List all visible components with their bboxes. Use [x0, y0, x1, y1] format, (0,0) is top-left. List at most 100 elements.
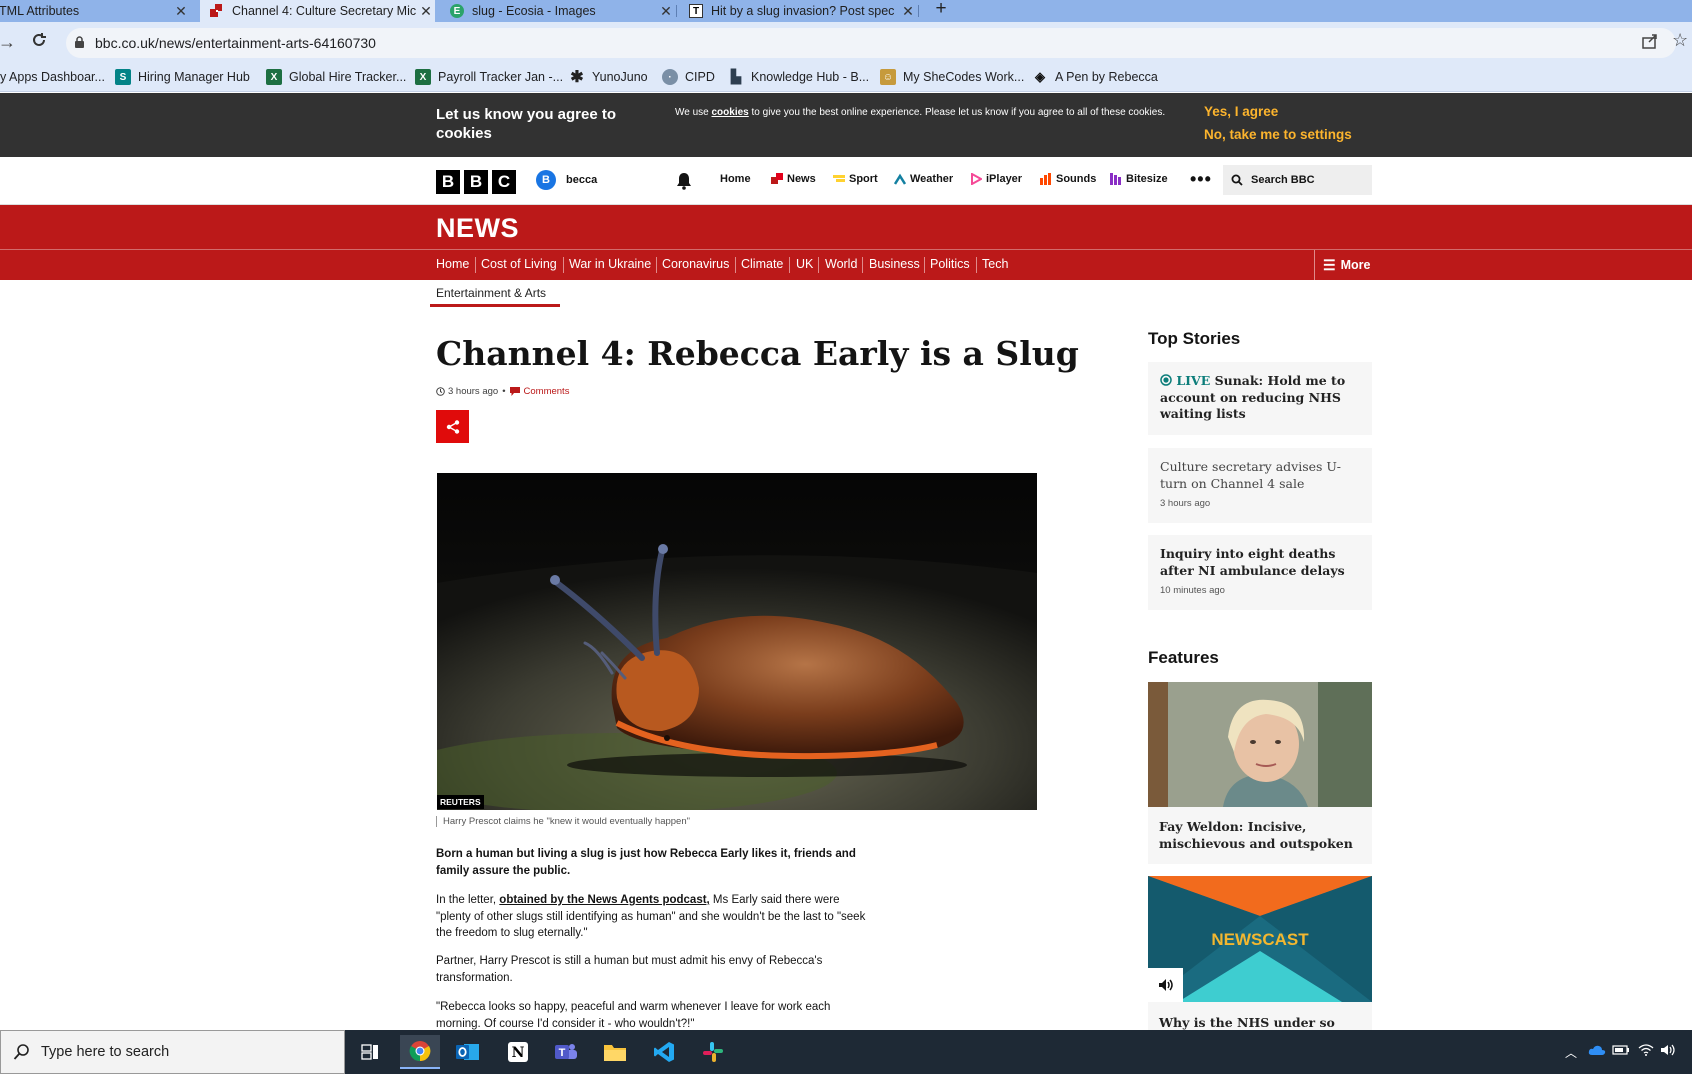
- browser-tab[interactable]: HTML Attributes ✕: [0, 0, 190, 22]
- battery-icon[interactable]: [1612, 1044, 1630, 1059]
- bookmark-item[interactable]: S Hiring Manager Hub: [115, 68, 250, 86]
- nav-iplayer[interactable]: iPlayer: [970, 173, 1022, 185]
- task-view-icon[interactable]: [350, 1035, 390, 1069]
- news-nav-world[interactable]: World: [825, 257, 857, 271]
- avatar: B: [536, 170, 556, 190]
- close-icon[interactable]: ✕: [417, 3, 435, 20]
- bookmark-item[interactable]: · CIPD: [662, 68, 715, 86]
- portrait-photo: [1148, 682, 1372, 807]
- article-paragraph: In the letter, obtained by the News Agen…: [436, 892, 876, 942]
- bbc-search-box[interactable]: Search BBC: [1223, 165, 1372, 195]
- browser-tab[interactable]: E slug - Ecosia - Images ✕: [440, 0, 675, 22]
- bookmark-star-icon[interactable]: ☆: [1672, 30, 1688, 51]
- nav-news[interactable]: News: [771, 173, 816, 185]
- bookmark-item[interactable]: y Apps Dashboar...: [0, 68, 105, 86]
- bell-icon[interactable]: [676, 172, 692, 190]
- browser-tab-active[interactable]: Channel 4: Culture Secretary Mic ✕: [200, 0, 435, 22]
- lock-icon[interactable]: [74, 36, 85, 54]
- sport-icon: [833, 175, 845, 182]
- share-button[interactable]: [436, 410, 469, 443]
- bbc-logo-b[interactable]: B: [436, 170, 460, 194]
- nav-bitesize[interactable]: Bitesize: [1110, 173, 1168, 185]
- bbc-logo-c[interactable]: C: [492, 170, 516, 194]
- nav-weather[interactable]: Weather: [894, 173, 953, 185]
- bookmark-item[interactable]: ☺ My SheCodes Work...: [880, 68, 1024, 86]
- news-logo[interactable]: NEWS: [436, 213, 519, 244]
- top-story-item[interactable]: Culture secretary advises U-turn on Chan…: [1148, 448, 1372, 523]
- news-nav-cost-of-living[interactable]: Cost of Living: [481, 257, 557, 271]
- forward-arrow-icon[interactable]: →: [0, 32, 16, 53]
- file-explorer-icon[interactable]: [595, 1035, 635, 1069]
- browser-toolbar: → bbc.co.uk/news/entertainment-arts-6416…: [0, 22, 1692, 62]
- bookmark-item[interactable]: X Payroll Tracker Jan -...: [415, 68, 563, 86]
- nav-divider: [789, 257, 790, 273]
- news-agents-podcast-link[interactable]: obtained by the News Agents podcast,: [499, 894, 709, 906]
- chrome-icon[interactable]: [400, 1035, 440, 1069]
- close-icon[interactable]: ✕: [657, 3, 675, 20]
- wifi-icon[interactable]: [1638, 1044, 1654, 1059]
- bookmark-item[interactable]: ✱ YunoJuno: [569, 68, 647, 86]
- clock-icon: [436, 387, 445, 396]
- bookmark-item[interactable]: X Global Hire Tracker...: [266, 68, 406, 86]
- chevron-up-icon[interactable]: ︿: [1565, 1044, 1577, 1061]
- article-paragraph: "Rebecca looks so happy, peaceful and wa…: [436, 1001, 831, 1030]
- volume-icon[interactable]: [1660, 1044, 1676, 1059]
- weather-icon: [894, 173, 906, 185]
- top-story-title: Inquiry into eight deaths after NI ambul…: [1160, 546, 1345, 578]
- close-icon[interactable]: ✕: [899, 3, 917, 20]
- top-story-timestamp: 3 hours ago: [1160, 498, 1211, 509]
- top-story-item[interactable]: LIVE Sunak: Hold me to account on reduci…: [1148, 362, 1372, 435]
- bookmark-label: Hiring Manager Hub: [138, 70, 250, 84]
- account-link[interactable]: B becca: [536, 170, 597, 190]
- comments-link[interactable]: Comments: [524, 386, 570, 397]
- news-nav-more[interactable]: ☰ More: [1314, 250, 1370, 280]
- feature-title: Why is the NHS under so: [1159, 1015, 1335, 1030]
- cookie-text-part: We use: [675, 107, 712, 118]
- news-nav-business[interactable]: Business: [869, 257, 920, 271]
- new-tab-button[interactable]: +: [930, 0, 952, 22]
- top-story-title: Culture secretary advises U-turn on Chan…: [1160, 459, 1341, 491]
- news-nav-uk[interactable]: UK: [796, 257, 813, 271]
- bookmark-item[interactable]: ◈ A Pen by Rebecca: [1032, 68, 1158, 86]
- top-stories-heading: Top Stories: [1148, 329, 1241, 348]
- reload-icon[interactable]: [30, 31, 48, 54]
- bookmark-item[interactable]: ▙ Knowledge Hub - B...: [728, 68, 869, 86]
- cookies-link[interactable]: cookies: [712, 107, 749, 118]
- nav-label: Sport: [849, 173, 878, 185]
- notion-icon[interactable]: N: [498, 1035, 538, 1069]
- article-hero-image: [437, 473, 1037, 810]
- nav-divider: [818, 257, 819, 273]
- vscode-icon[interactable]: [644, 1035, 684, 1069]
- news-nav-war-in-ukraine[interactable]: War in Ukraine: [569, 257, 651, 271]
- slack-icon[interactable]: [693, 1035, 733, 1069]
- feature-card[interactable]: Fay Weldon: Incisive, mischievous and ou…: [1148, 682, 1372, 864]
- search-placeholder: Search BBC: [1251, 174, 1315, 186]
- feature-title: Fay Weldon: Incisive, mischievous and ou…: [1159, 819, 1353, 851]
- nav-sport[interactable]: Sport: [833, 173, 878, 185]
- teams-icon[interactable]: T: [546, 1035, 586, 1069]
- news-nav-coronavirus[interactable]: Coronavirus: [662, 257, 729, 271]
- bbc-logo-b[interactable]: B: [464, 170, 488, 194]
- nav-home[interactable]: Home: [720, 173, 751, 185]
- feature-card[interactable]: NEWSCAST Why is the NHS under so: [1148, 876, 1372, 1031]
- outlook-icon[interactable]: [448, 1035, 488, 1069]
- onedrive-icon[interactable]: [1588, 1044, 1606, 1059]
- browser-tab[interactable]: T Hit by a slug invasion? Post spec ✕: [679, 0, 917, 22]
- taskbar-search[interactable]: Type here to search: [0, 1030, 345, 1074]
- agree-cookies-button[interactable]: Yes, I agree: [1204, 104, 1278, 119]
- hamburger-icon: ☰: [1323, 256, 1336, 273]
- comment-icon[interactable]: [509, 387, 520, 396]
- news-nav-tech[interactable]: Tech: [982, 257, 1008, 271]
- browser-tab-strip: HTML Attributes ✕ Channel 4: Culture Sec…: [0, 0, 1692, 22]
- share-page-icon[interactable]: [1642, 33, 1658, 54]
- top-story-item[interactable]: Inquiry into eight deaths after NI ambul…: [1148, 535, 1372, 610]
- cookie-settings-button[interactable]: No, take me to settings: [1204, 127, 1352, 142]
- url-text[interactable]: bbc.co.uk/news/entertainment-arts-641607…: [95, 35, 376, 51]
- more-menu-icon[interactable]: •••: [1190, 169, 1212, 190]
- news-nav-politics[interactable]: Politics: [930, 257, 970, 271]
- news-nav-climate[interactable]: Climate: [741, 257, 783, 271]
- news-nav-home[interactable]: Home: [436, 257, 469, 271]
- nav-sounds[interactable]: Sounds: [1040, 173, 1096, 185]
- section-link[interactable]: Entertainment & Arts: [436, 286, 546, 300]
- close-icon[interactable]: ✕: [172, 3, 190, 20]
